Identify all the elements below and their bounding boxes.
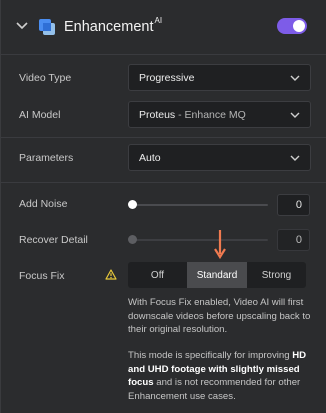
- focus-fix-option-standard[interactable]: Standard: [187, 262, 247, 288]
- focus-fix-note: This mode is specifically for improving …: [128, 349, 316, 403]
- video-type-value: Progressive: [139, 72, 195, 84]
- divider: [1, 54, 326, 55]
- add-noise-label: Add Noise: [19, 198, 68, 210]
- enhancement-toggle[interactable]: [277, 18, 307, 34]
- ai-model-variant: - Enhance MQ: [175, 109, 246, 121]
- ai-model-select[interactable]: Proteus - Enhance MQ: [128, 101, 311, 128]
- focus-fix-segmented-control[interactable]: Off Standard Strong: [128, 262, 306, 288]
- add-noise-slider[interactable]: [132, 204, 268, 206]
- focus-fix-option-strong[interactable]: Strong: [247, 262, 306, 288]
- title-superscript: AI: [154, 16, 163, 25]
- divider: [1, 182, 326, 183]
- enhancement-panel: EnhancementAI Video Type Progressive AI …: [0, 0, 326, 413]
- video-type-select[interactable]: Progressive: [128, 64, 311, 91]
- parameters-label: Parameters: [19, 152, 74, 164]
- add-noise-slider-handle[interactable]: [128, 200, 137, 209]
- focus-fix-description: With Focus Fix enabled, Video AI will fi…: [128, 297, 311, 335]
- note-text-2: and is not recommended for other Enhance…: [128, 377, 301, 402]
- focus-fix-option-off[interactable]: Off: [128, 262, 187, 288]
- focus-fix-label: Focus Fix: [19, 270, 65, 282]
- recover-detail-value: 0: [295, 234, 302, 246]
- video-type-label: Video Type: [19, 72, 72, 84]
- ai-model-value: Proteus - Enhance MQ: [139, 109, 246, 121]
- note-text-1: This mode is specifically for improving: [128, 350, 293, 361]
- ai-model-label: AI Model: [19, 109, 61, 121]
- arrow-down-icon: [214, 230, 226, 260]
- ai-model-name: Proteus: [139, 109, 176, 121]
- enhancement-icon: [39, 19, 55, 35]
- recover-detail-slider[interactable]: [132, 239, 268, 241]
- parameters-select[interactable]: Auto: [128, 144, 311, 171]
- parameters-value: Auto: [139, 152, 161, 164]
- recover-detail-label: Recover Detail: [19, 234, 88, 246]
- add-noise-input[interactable]: 0: [277, 194, 310, 216]
- toggle-knob: [293, 20, 305, 32]
- recover-detail-input[interactable]: 0: [277, 229, 310, 251]
- warning-icon: [105, 269, 117, 280]
- chevron-down-icon: [290, 155, 300, 161]
- recover-detail-slider-handle[interactable]: [128, 235, 137, 244]
- divider: [1, 137, 326, 138]
- section-header[interactable]: EnhancementAI: [1, 0, 326, 54]
- chevron-down-icon: [290, 112, 300, 118]
- title-text: Enhancement: [64, 18, 154, 35]
- chevron-down-icon[interactable]: [15, 19, 29, 33]
- chevron-down-icon: [290, 75, 300, 81]
- section-title: EnhancementAI: [64, 16, 163, 35]
- add-noise-value: 0: [295, 199, 302, 211]
